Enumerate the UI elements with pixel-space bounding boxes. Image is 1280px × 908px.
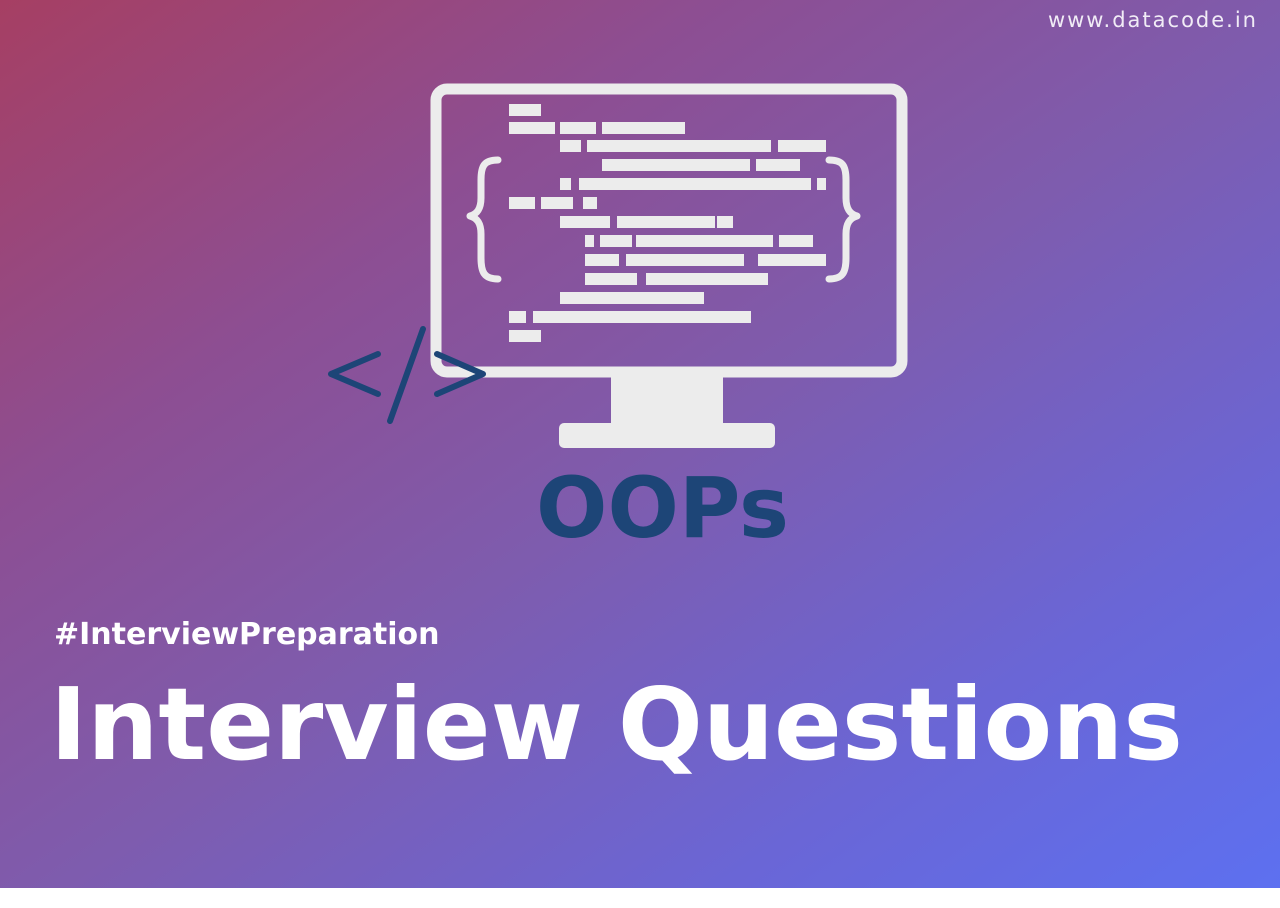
topic-title: OOPs	[536, 459, 789, 557]
monitor-icon	[328, 83, 908, 448]
hashtag: #InterviewPreparation	[54, 617, 440, 652]
banner: www.datacode.in OOPs #InterviewPreparati…	[0, 0, 1280, 888]
site-url: www.datacode.in	[1047, 8, 1258, 32]
headline: Interview Questions	[50, 666, 1183, 783]
code-lines	[509, 104, 826, 342]
